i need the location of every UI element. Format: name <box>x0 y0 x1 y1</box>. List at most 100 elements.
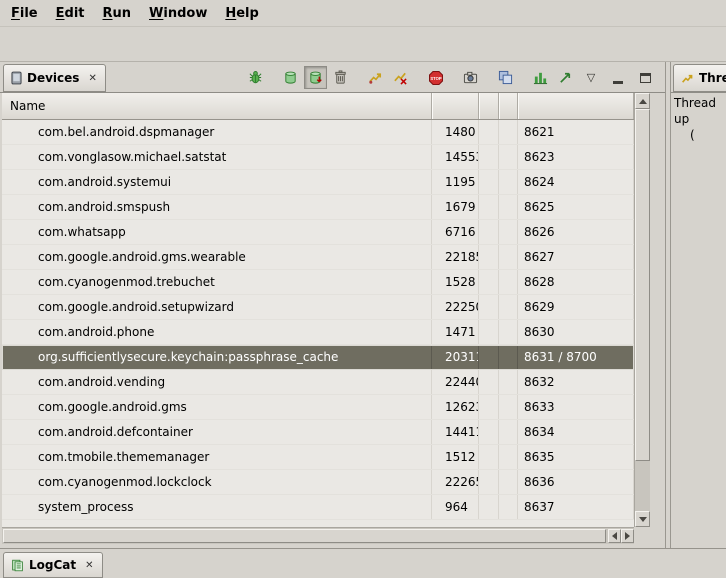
table-row[interactable]: com.android.vending224408632 <box>2 370 634 395</box>
horizontal-scrollbar[interactable] <box>2 527 634 544</box>
process-port: 8624 <box>518 170 634 194</box>
column-header-2[interactable] <box>499 93 518 119</box>
empty-cell <box>479 145 499 169</box>
empty-cell <box>499 495 518 519</box>
empty-cell <box>479 345 499 369</box>
vertical-scrollbar[interactable] <box>634 93 650 527</box>
start-method-profiling-button[interactable] <box>529 66 552 89</box>
process-port: 8635 <box>518 445 634 469</box>
debug-process-button[interactable] <box>244 66 267 89</box>
reset-adb-button[interactable] <box>389 66 412 89</box>
menu-edit[interactable]: Edit <box>47 2 94 25</box>
table-row[interactable]: com.cyanogenmod.trebuchet15288628 <box>2 270 634 295</box>
table-row[interactable]: system_process9648637 <box>2 495 634 520</box>
process-name: com.google.android.gms <box>2 395 432 419</box>
table-row[interactable]: com.vonglasow.michael.satstat145538623 <box>2 145 634 170</box>
scroll-right-button[interactable] <box>621 529 634 543</box>
logcat-icon <box>11 559 24 572</box>
empty-cell <box>499 170 518 194</box>
tab-threads-label: Threads <box>699 71 726 85</box>
process-pid: 22250 <box>432 295 479 319</box>
table-row[interactable]: com.google.android.gms.wearable221858627 <box>2 245 634 270</box>
table-row[interactable]: com.cyanogenmod.lockclock222658636 <box>2 470 634 495</box>
scroll-down-button[interactable] <box>635 511 650 527</box>
device-table: Name com.bel.android.dspmanager14808621c… <box>2 93 650 544</box>
menu-help[interactable]: Help <box>216 2 267 25</box>
view-menu-button[interactable]: ▽ <box>581 68 601 88</box>
cause-gc-button[interactable] <box>329 66 352 89</box>
empty-cell <box>479 470 499 494</box>
dump-hprof-button[interactable] <box>304 66 327 89</box>
screen-capture-button[interactable] <box>459 66 482 89</box>
table-row[interactable]: com.android.defcontainer144118634 <box>2 420 634 445</box>
update-threads-button[interactable] <box>364 66 387 89</box>
column-header-pid[interactable] <box>432 93 479 119</box>
dump-view-hierarchy-button[interactable] <box>494 66 517 89</box>
table-row[interactable]: com.google.android.gms126238633 <box>2 395 634 420</box>
table-row[interactable]: com.tmobile.thememanager15128635 <box>2 445 634 470</box>
update-heap-button[interactable] <box>279 66 302 89</box>
empty-cell <box>479 195 499 219</box>
process-pid: 1480 <box>432 120 479 144</box>
view-controls: ▽ <box>581 64 655 91</box>
table-row[interactable]: com.android.phone14718630 <box>2 320 634 345</box>
device-table-body: com.bel.android.dspmanager1480 8621com.vo… <box>2 120 634 527</box>
empty-cell <box>479 245 499 269</box>
table-row[interactable]: com.bel.android.dspmanager1480 8621 <box>2 120 634 145</box>
stop-process-button[interactable]: STOP <box>424 66 447 89</box>
tab-logcat-label: LogCat <box>29 558 76 572</box>
column-header-name[interactable]: Name <box>2 93 432 119</box>
scroll-right-icon <box>625 532 630 540</box>
empty-cell <box>479 420 499 444</box>
process-pid: 14411 <box>432 420 479 444</box>
menu-run[interactable]: Run <box>94 2 141 25</box>
empty-cell <box>499 145 518 169</box>
process-pid: 22185 <box>432 245 479 269</box>
process-pid: 1512 <box>432 445 479 469</box>
table-row[interactable]: com.google.android.setupwizard222508629 <box>2 295 634 320</box>
threads-message-line2: ( <box>690 127 726 143</box>
method-profiling-options-button[interactable] <box>554 66 577 89</box>
scroll-up-button[interactable] <box>635 93 650 109</box>
horizontal-scrollbar-thumb[interactable] <box>3 529 606 543</box>
view-menu-icon: ▽ <box>587 72 595 83</box>
column-header-1[interactable] <box>479 93 499 119</box>
process-pid: 12623 <box>432 395 479 419</box>
main-area: Devices ✕ STOP ▽ <box>0 62 726 548</box>
column-header-port[interactable] <box>518 93 634 119</box>
table-row[interactable]: com.android.smspush16798625 <box>2 195 634 220</box>
process-pid: 22440 <box>432 370 479 394</box>
empty-cell <box>479 295 499 319</box>
start-method-profiling-icon <box>533 70 548 85</box>
scroll-left-button[interactable] <box>608 529 621 543</box>
empty-cell <box>499 470 518 494</box>
process-pid: 1528 <box>432 270 479 294</box>
table-row[interactable]: org.sufficientlysecure.keychain:passphra… <box>2 345 634 370</box>
minimize-button[interactable] <box>608 68 628 88</box>
process-port: 8636 <box>518 470 634 494</box>
threads-icon <box>681 72 694 85</box>
empty-cell <box>479 320 499 344</box>
update-threads-icon <box>368 70 383 85</box>
threads-message: Thread up ( <box>671 93 726 548</box>
tab-devices[interactable]: Devices ✕ <box>3 64 106 92</box>
empty-cell <box>479 445 499 469</box>
menu-bar: FileEditRunWindowHelp <box>0 0 726 27</box>
close-icon[interactable]: ✕ <box>87 73 97 84</box>
devices-toolbar: STOP <box>242 64 577 91</box>
menu-file[interactable]: File <box>2 2 47 25</box>
process-pid: 22265 <box>432 470 479 494</box>
maximize-button[interactable] <box>635 68 655 88</box>
scrollbar-corner <box>634 527 650 544</box>
menu-window[interactable]: Window <box>140 2 216 25</box>
process-port: 8621 <box>518 120 634 144</box>
close-icon[interactable]: ✕ <box>84 560 94 571</box>
tab-logcat[interactable]: LogCat ✕ <box>3 552 103 578</box>
screen-capture-icon <box>463 70 478 85</box>
table-row[interactable]: com.android.systemui11958624 <box>2 170 634 195</box>
threads-view: Threads Thread up ( <box>670 62 726 548</box>
tab-threads[interactable]: Threads <box>673 64 726 92</box>
process-name: com.bel.android.dspmanager <box>2 120 432 144</box>
table-row[interactable]: com.whatsapp67168626 <box>2 220 634 245</box>
vertical-scrollbar-thumb[interactable] <box>635 109 650 461</box>
